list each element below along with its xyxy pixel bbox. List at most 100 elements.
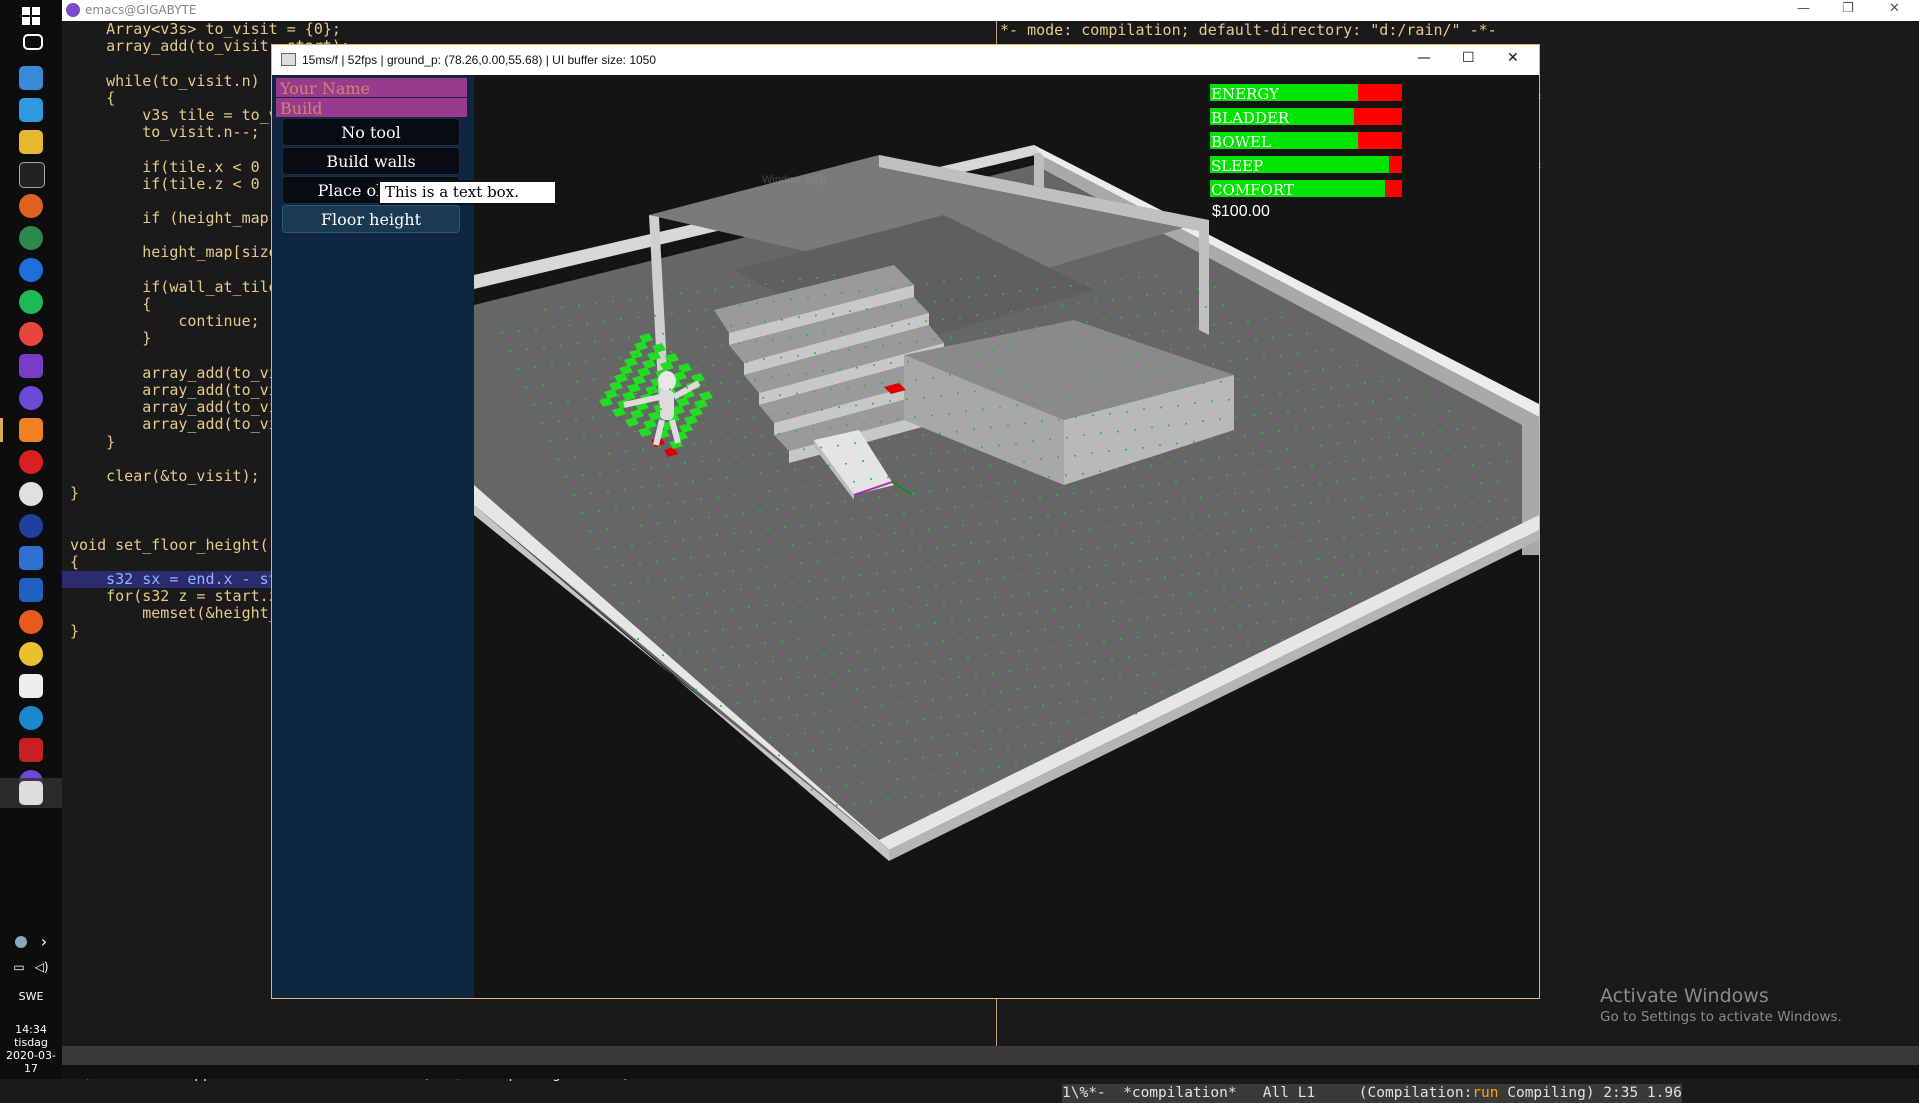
volume-icon[interactable]: ◁) bbox=[35, 960, 49, 980]
app-icon-6[interactable] bbox=[19, 450, 43, 474]
floor-dot bbox=[646, 296, 648, 299]
spotify-icon[interactable] bbox=[19, 290, 43, 314]
floor-dot bbox=[1285, 486, 1287, 488]
floor-dot bbox=[966, 372, 968, 375]
floor-dot bbox=[1058, 740, 1060, 743]
sublime-icon[interactable] bbox=[19, 418, 43, 442]
app-icon-5[interactable] bbox=[19, 258, 43, 282]
filezilla-icon[interactable] bbox=[19, 738, 43, 762]
floor-dot bbox=[729, 362, 731, 365]
emacs-icon[interactable] bbox=[19, 386, 43, 410]
floor-dot bbox=[906, 398, 908, 401]
chrome-icon[interactable] bbox=[19, 322, 43, 346]
minimize-icon[interactable]: — bbox=[1417, 50, 1431, 66]
clock-day[interactable]: tisdag bbox=[0, 1036, 62, 1049]
app-icon-11[interactable] bbox=[19, 610, 43, 634]
floor-dot bbox=[787, 412, 789, 415]
floor-dot bbox=[996, 520, 998, 523]
clock-time[interactable]: 14:34 bbox=[0, 1023, 62, 1036]
tray-icons-2[interactable]: ▭ ◁) bbox=[0, 960, 62, 980]
floor-dot bbox=[1097, 546, 1099, 549]
clock-date[interactable]: 2020-03-17 bbox=[0, 1049, 62, 1075]
close-icon[interactable]: ✕ bbox=[1889, 1, 1900, 16]
visual-studio-icon[interactable] bbox=[19, 354, 43, 378]
floor-dot bbox=[1162, 330, 1164, 333]
floor-dot bbox=[656, 560, 658, 563]
floor-dot bbox=[897, 740, 899, 743]
terminal-icon[interactable] bbox=[19, 162, 45, 188]
scene-3d-view[interactable] bbox=[474, 75, 1539, 998]
floor-dot bbox=[1345, 460, 1347, 463]
network-icon[interactable]: ▭ bbox=[13, 960, 24, 980]
floor-dot bbox=[793, 506, 795, 509]
close-icon[interactable]: ✕ bbox=[1507, 50, 1519, 66]
floor-dot bbox=[963, 486, 965, 489]
floor-dot bbox=[1199, 534, 1201, 537]
floor-dot bbox=[773, 622, 775, 625]
floor-dot bbox=[1207, 552, 1209, 555]
floor-dot bbox=[832, 634, 834, 637]
floor-dot bbox=[501, 332, 503, 334]
floor-dot bbox=[1202, 420, 1204, 423]
mode-field[interactable]: Build bbox=[276, 98, 467, 118]
floor-dot bbox=[786, 450, 788, 453]
game-titlebar[interactable]: 15ms/f | 52fps | ground_p: (78.26,0.00,5… bbox=[272, 45, 1539, 75]
floor-dot bbox=[1008, 386, 1010, 389]
floor-dot bbox=[1020, 574, 1022, 577]
chevron-right-icon[interactable]: › bbox=[41, 932, 47, 954]
player-name-input[interactable]: Your Name bbox=[276, 78, 467, 98]
minibuffer[interactable] bbox=[62, 1065, 1919, 1079]
tool-build-walls-button[interactable]: Build walls bbox=[282, 147, 460, 175]
floor-dot bbox=[915, 700, 917, 703]
code-line[interactable]: s32 sx = end.x - st bbox=[62, 570, 280, 589]
file-explorer-icon[interactable] bbox=[19, 130, 43, 154]
app-icon-2[interactable] bbox=[19, 98, 43, 122]
floor-dot bbox=[923, 718, 925, 721]
floor-dot bbox=[1479, 520, 1481, 522]
floor-dot bbox=[1281, 638, 1283, 641]
floor-dot bbox=[638, 600, 640, 603]
floor-dot bbox=[558, 420, 560, 423]
app-icon-9[interactable] bbox=[19, 546, 43, 570]
floor-dot bbox=[905, 436, 907, 438]
app-icon-8[interactable] bbox=[19, 514, 43, 538]
floor-dot bbox=[1093, 698, 1095, 701]
floor-dot bbox=[1497, 480, 1499, 483]
floor-dot bbox=[1007, 424, 1009, 427]
app-icon-10[interactable] bbox=[19, 578, 43, 602]
floor-dot bbox=[1041, 742, 1043, 744]
floor-dot bbox=[769, 452, 771, 455]
floor-dot bbox=[680, 292, 682, 295]
language-indicator[interactable]: SWE bbox=[0, 990, 62, 1003]
app-icon-4[interactable] bbox=[19, 226, 43, 250]
tool-floor-height-button[interactable]: Floor height bbox=[282, 205, 460, 233]
floor-dot bbox=[790, 298, 792, 301]
people-icon[interactable] bbox=[14, 936, 27, 948]
floor-dot bbox=[849, 632, 851, 635]
code-line[interactable]: Array<v3s> to_visit = {0}; bbox=[62, 21, 996, 38]
floor-dot bbox=[1257, 584, 1259, 587]
maximize-icon[interactable]: ☐ bbox=[1462, 50, 1475, 66]
floor-dot bbox=[701, 460, 703, 463]
app-icon-3[interactable] bbox=[19, 194, 43, 218]
start-menu-icon[interactable] bbox=[19, 4, 43, 28]
restore-icon[interactable]: ❐ bbox=[1842, 1, 1854, 16]
app-icon-7[interactable] bbox=[19, 482, 43, 506]
app-icon-12[interactable] bbox=[19, 674, 43, 698]
game-viewport[interactable]: Your Name Build No tool Build walls Plac… bbox=[272, 75, 1539, 998]
tool-no-tool-button[interactable]: No tool bbox=[282, 118, 460, 146]
minimize-icon[interactable]: — bbox=[1797, 1, 1810, 16]
compilation-line[interactable]: *- mode: compilation; default-directory:… bbox=[1000, 21, 1919, 39]
app-icon-1[interactable] bbox=[19, 66, 43, 90]
floor-dot bbox=[979, 522, 981, 525]
floor-dot bbox=[897, 418, 899, 420]
tray-icons[interactable]: › bbox=[0, 932, 62, 954]
floor-dot bbox=[757, 586, 759, 589]
floor-dot bbox=[770, 736, 772, 739]
edge-icon[interactable] bbox=[19, 706, 43, 730]
task-view-icon[interactable] bbox=[23, 34, 43, 50]
floor-dot bbox=[805, 694, 807, 697]
chrome-alt-icon[interactable] bbox=[19, 642, 43, 666]
floor-dot bbox=[569, 324, 571, 327]
game-window-icon[interactable] bbox=[19, 781, 43, 805]
